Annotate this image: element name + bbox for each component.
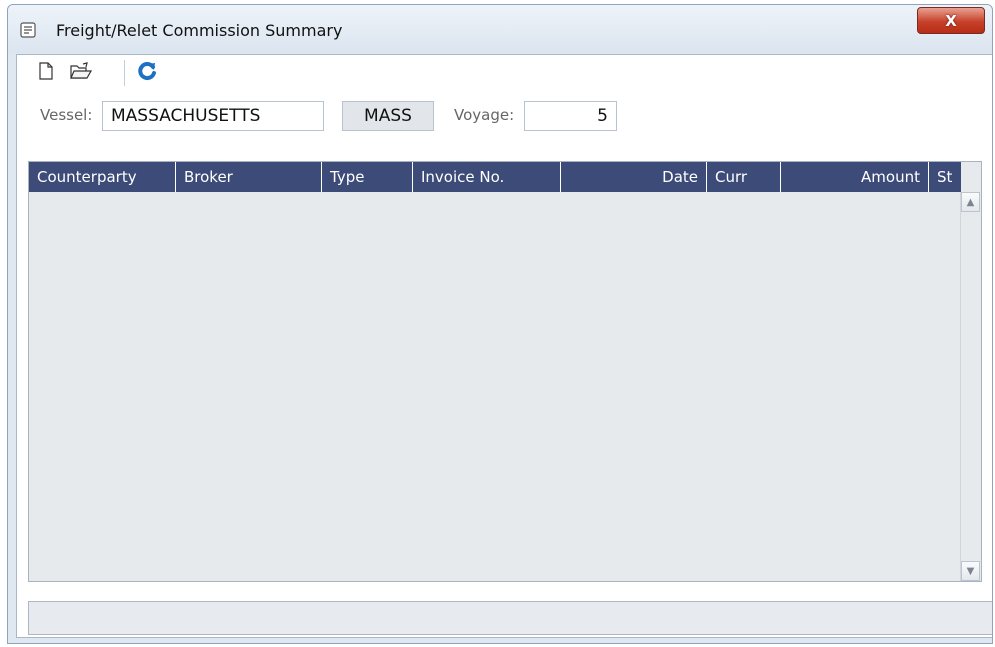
window-content: Vessel: MASSACHUSETTS MASS Voyage: 5 Cou… [16,54,992,638]
open-button[interactable] [67,62,95,84]
column-header-invoice-no[interactable]: Invoice No. [413,162,561,192]
vessel-label: Vessel: [40,106,93,124]
column-header-curr[interactable]: Curr [707,162,781,192]
open-folder-icon [70,62,93,84]
voyage-label: Voyage: [454,106,515,124]
column-header-st[interactable]: St [929,162,961,192]
close-button[interactable]: X [917,7,985,34]
commission-summary-window: Freight/Relet Commission Summary X Vesse… [7,4,993,644]
close-icon: X [945,11,957,30]
column-header-date[interactable]: Date [561,162,707,192]
refresh-icon [137,61,157,85]
status-bar [28,601,992,635]
vessel-code-field: MASS [342,101,434,131]
column-header-counterparty[interactable]: Counterparty [29,162,176,192]
column-header-broker[interactable]: Broker [176,162,322,192]
scroll-up-icon: ▲ [966,196,975,208]
toolbar [17,55,992,91]
scroll-up-button[interactable]: ▲ [961,192,980,212]
refresh-button[interactable] [135,62,159,84]
window-app-icon [20,22,36,38]
toolbar-separator [124,60,125,86]
new-button[interactable] [34,62,58,84]
scroll-down-button[interactable]: ▼ [961,561,980,581]
voyage-input[interactable]: 5 [524,101,617,131]
grid-header: Counterparty Broker Type Invoice No. Dat… [29,162,961,192]
column-header-type[interactable]: Type [322,162,413,192]
grid-header-corner [961,162,981,192]
vessel-voyage-row: Vessel: MASSACHUSETTS MASS Voyage: 5 [17,91,992,139]
scroll-down-icon: ▼ [966,565,975,577]
vessel-input[interactable]: MASSACHUSETTS [102,101,324,131]
title-bar[interactable]: Freight/Relet Commission Summary X [8,5,992,53]
window-title: Freight/Relet Commission Summary [56,21,343,40]
commission-grid[interactable]: Counterparty Broker Type Invoice No. Dat… [28,161,982,582]
new-document-icon [39,62,53,84]
vertical-scrollbar[interactable]: ▲ ▼ [960,192,981,581]
column-header-amount[interactable]: Amount [781,162,929,192]
